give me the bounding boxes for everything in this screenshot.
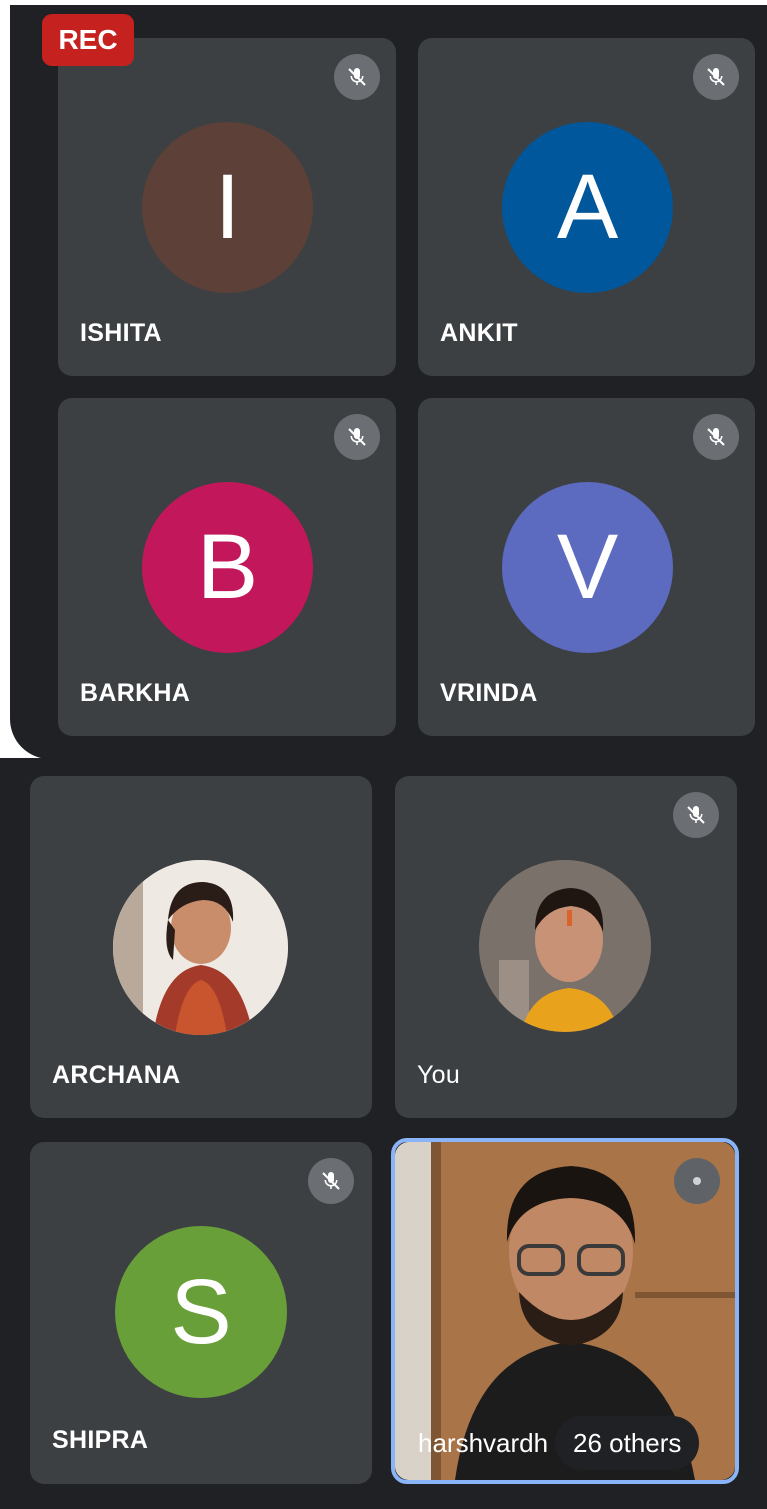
participant-tile-you[interactable]: You — [395, 776, 737, 1118]
avatar-ishita: I — [142, 122, 313, 293]
recording-label: REC — [58, 24, 118, 55]
participant-tile-shipra[interactable]: S SHIPRA — [30, 1142, 372, 1484]
avatar-initial: S — [170, 1260, 232, 1363]
active-speaker-name: harshvardh — [418, 1428, 549, 1458]
participant-name: ANKIT — [440, 319, 518, 347]
mic-off-icon — [693, 54, 739, 100]
avatar-shipra: S — [115, 1226, 287, 1398]
participant-name: ISHITA — [80, 319, 162, 347]
participant-tile-ankit[interactable]: A ANKIT — [418, 38, 755, 376]
mic-off-icon — [334, 414, 380, 460]
mic-off-icon — [334, 54, 380, 100]
participant-tile-barkha[interactable]: B BARKHA — [58, 398, 396, 736]
audio-indicator-icon — [674, 1158, 720, 1204]
participant-tile-archana[interactable]: ARCHANA — [30, 776, 372, 1118]
avatar-initial: V — [556, 516, 619, 618]
others-label: 26 others — [573, 1427, 682, 1458]
participant-name: You — [417, 1061, 461, 1089]
mic-off-icon — [308, 1158, 354, 1204]
avatar-photo-you — [479, 860, 651, 1032]
participant-name: BARKHA — [80, 679, 191, 707]
participant-tile-ishita[interactable]: I ISHITA — [58, 38, 396, 376]
participant-tile-vrinda[interactable]: V VRINDA — [418, 398, 755, 736]
avatar-initial: B — [196, 516, 259, 618]
participant-name: SHIPRA — [52, 1426, 149, 1454]
avatar-barkha: B — [142, 482, 313, 653]
others-button[interactable]: 26 others — [555, 1416, 700, 1470]
participant-name: ARCHANA — [52, 1061, 181, 1089]
mic-off-icon — [673, 792, 719, 838]
recording-badge: REC — [42, 14, 134, 66]
avatar-ankit: A — [502, 122, 673, 293]
avatar-initial: A — [556, 156, 619, 258]
avatar-initial: I — [214, 156, 241, 258]
mic-off-icon — [693, 414, 739, 460]
avatar-photo-archana — [113, 860, 288, 1035]
participant-name: VRINDA — [440, 679, 538, 707]
avatar-vrinda: V — [502, 482, 673, 653]
